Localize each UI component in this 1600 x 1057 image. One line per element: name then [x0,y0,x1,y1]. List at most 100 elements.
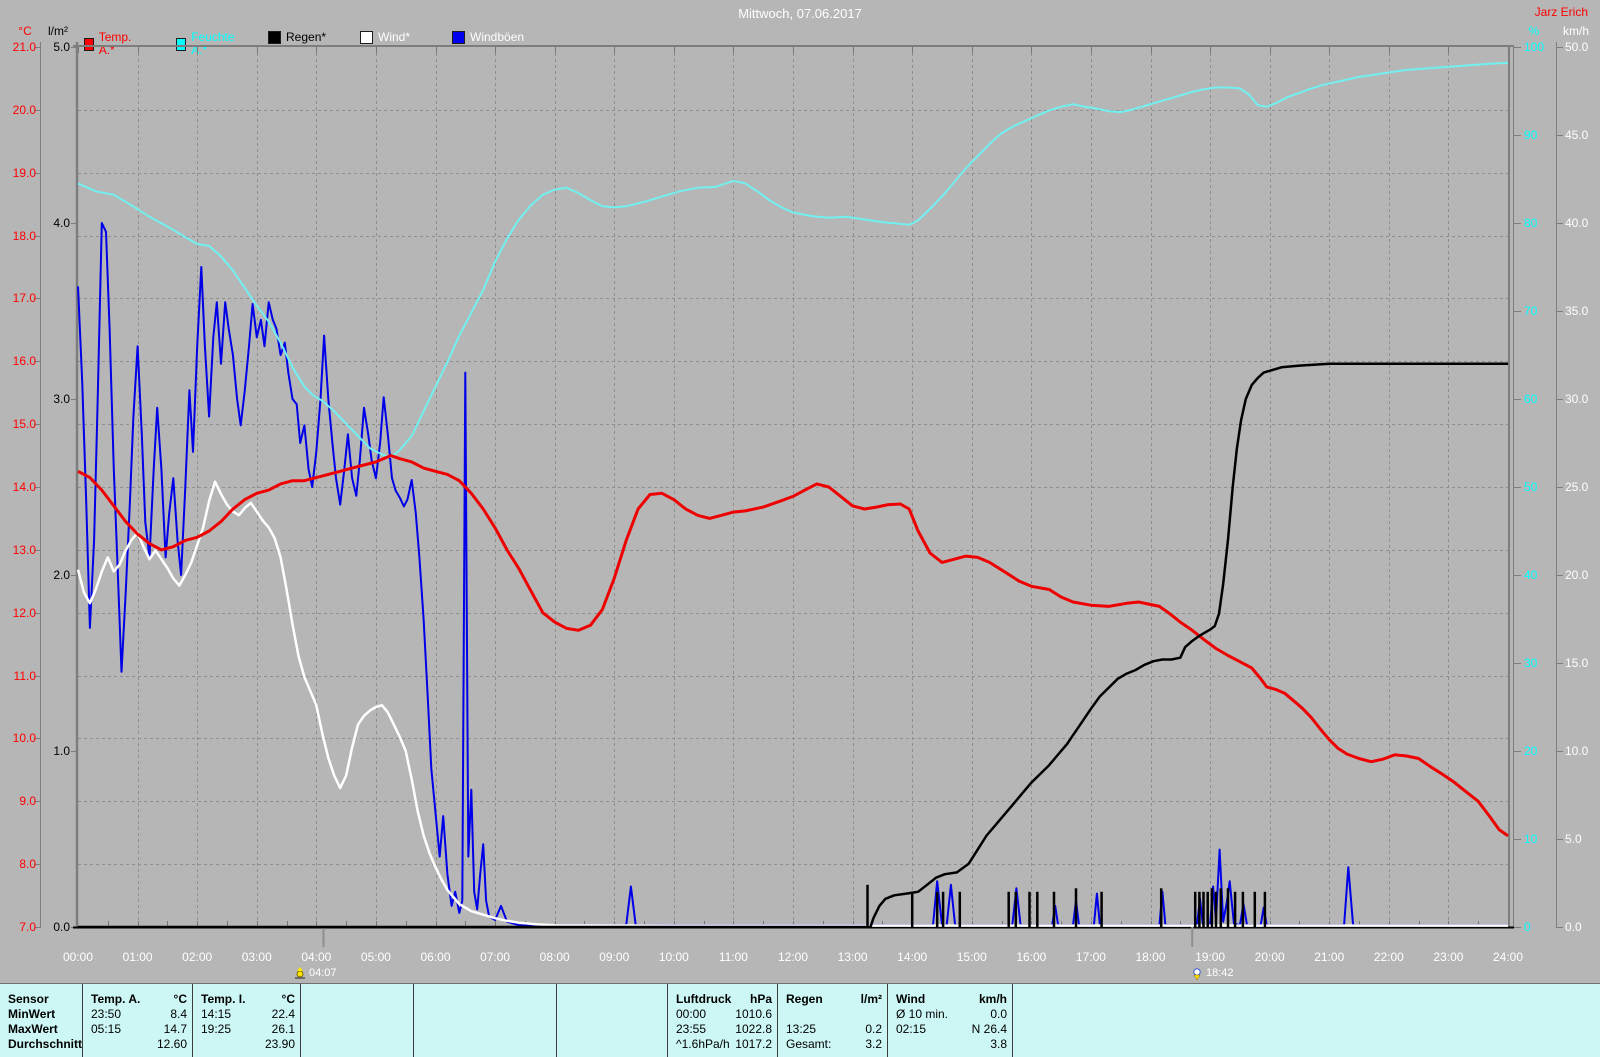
svg-text:45.0: 45.0 [1565,128,1589,142]
sunset-time: 18:42 [1206,967,1234,979]
max-time: 19:25 [193,1022,231,1037]
rain-axis: 5.04.03.02.01.00.0 [53,40,78,934]
time-axis-labels: 00:0001:0002:0003:0004:0005:0006:0007:00… [63,950,1523,964]
svg-text:19.0: 19.0 [13,166,37,180]
sunset-icon [1191,967,1204,980]
column-header: Wind [888,992,925,1007]
max-time: 02:15 [888,1022,926,1037]
svg-text:03:00: 03:00 [242,950,272,964]
svg-text:16:00: 16:00 [1016,950,1046,964]
max-value: 1022.8 [735,1022,777,1037]
svg-text:80: 80 [1524,216,1538,230]
min-value: 8.4 [170,1007,192,1022]
svg-text:10.0: 10.0 [1565,744,1589,758]
svg-text:23:00: 23:00 [1433,950,1463,964]
table-column-pressure: LuftdruckhPa 00:001010.6 23:551022.8 ^1.… [667,984,777,1057]
svg-text:10:00: 10:00 [659,950,689,964]
svg-text:5.0: 5.0 [1565,832,1582,846]
column-unit: hPa [750,992,777,1007]
max-time: 13:25 [778,1022,816,1037]
weather-app-window: { "header": { "title": "Mittwoch, 07.06.… [0,0,1600,1057]
svg-text:13.0: 13.0 [13,543,37,557]
svg-text:19:00: 19:00 [1195,950,1225,964]
svg-text:25.0: 25.0 [1565,480,1589,494]
min-value: 1010.6 [735,1007,777,1022]
column-unit: °C [174,992,192,1007]
table-column-rain: Regenl/m² 13:250.2 Gesamt:3.2 [777,984,887,1057]
svg-text:60: 60 [1524,392,1538,406]
svg-text:24:00: 24:00 [1493,950,1523,964]
column-unit: km/h [979,992,1012,1007]
svg-text:16.0: 16.0 [13,354,37,368]
max-value: 0.2 [865,1022,887,1037]
temp-curve [78,456,1508,836]
column-unit: °C [282,992,300,1007]
svg-text:00:00: 00:00 [63,950,93,964]
svg-text:9.0: 9.0 [19,794,36,808]
svg-text:21.0: 21.0 [13,40,37,54]
avg10-value: 0.0 [990,1007,1012,1022]
sunrise-icon [294,967,307,980]
table-column-rowheaders: Sensor MinWert MaxWert Durchschnitt [0,984,82,1057]
min-time: 14:15 [193,1007,231,1022]
avg-label [193,1037,201,1052]
svg-text:30: 30 [1524,656,1538,670]
min-value: 22.4 [272,1007,300,1022]
svg-text:14:00: 14:00 [897,950,927,964]
svg-text:08:00: 08:00 [540,950,570,964]
temp-axis: 21.020.019.018.017.016.015.014.013.012.0… [13,40,41,934]
table-row-header: MaxWert [0,1022,82,1037]
svg-text:2.0: 2.0 [53,568,70,582]
svg-text:17.0: 17.0 [13,291,37,305]
svg-text:11.0: 11.0 [14,669,37,683]
svg-text:12:00: 12:00 [778,950,808,964]
svg-text:18.0: 18.0 [13,229,37,243]
gust-curve [78,223,1508,925]
svg-text:21:00: 21:00 [1314,950,1344,964]
svg-text:20.0: 20.0 [13,103,37,117]
table-column-empty-1 [300,984,413,1057]
table-column-temp-a: Temp. A.°C 23:508.4 05:1514.7 12.60 [82,984,192,1057]
svg-text:17:00: 17:00 [1076,950,1106,964]
svg-text:20: 20 [1524,744,1538,758]
column-header: Luftdruck [668,992,731,1007]
tendency-label: ^1.6hPa/h [668,1037,730,1052]
svg-text:35.0: 35.0 [1565,304,1589,318]
svg-text:7.0: 7.0 [19,920,36,934]
humidity-axis: 1009080706050403020100 [1514,40,1544,934]
svg-text:90: 90 [1524,128,1538,142]
min-time [778,1007,786,1022]
total-value: 3.2 [865,1037,887,1052]
svg-text:02:00: 02:00 [182,950,212,964]
svg-text:4.0: 4.0 [53,216,70,230]
svg-text:11:00: 11:00 [719,950,748,964]
svg-text:04:00: 04:00 [301,950,331,964]
svg-text:10.0: 10.0 [13,731,37,745]
svg-text:20.0: 20.0 [1565,568,1589,582]
column-header: Temp. A. [83,992,140,1007]
max-time: 05:15 [83,1022,121,1037]
svg-text:30.0: 30.0 [1565,392,1589,406]
rain-sum-curve [78,364,1508,927]
table-row-header: Sensor [0,992,82,1007]
avg-value: 23.90 [265,1037,300,1052]
avg-value: 12.60 [157,1037,192,1052]
sunset-annotation: 18:42 [1191,966,1234,980]
sunrise-annotation: 04:07 [294,966,337,980]
svg-text:40: 40 [1524,568,1538,582]
table-column-empty-4 [1012,984,1600,1057]
avg-label [888,1037,896,1052]
svg-text:18:00: 18:00 [1135,950,1165,964]
svg-text:13:00: 13:00 [838,950,868,964]
svg-text:12.0: 12.0 [13,606,37,620]
svg-text:15.0: 15.0 [13,417,37,431]
max-value: N 26.4 [972,1022,1012,1037]
min-time: 00:00 [668,1007,706,1022]
table-column-empty-3 [556,984,667,1057]
svg-text:0.0: 0.0 [53,920,70,934]
svg-text:5.0: 5.0 [53,40,70,54]
svg-text:15.0: 15.0 [1565,656,1589,670]
svg-text:3.0: 3.0 [53,392,70,406]
svg-text:07:00: 07:00 [480,950,510,964]
svg-text:100: 100 [1524,40,1544,54]
